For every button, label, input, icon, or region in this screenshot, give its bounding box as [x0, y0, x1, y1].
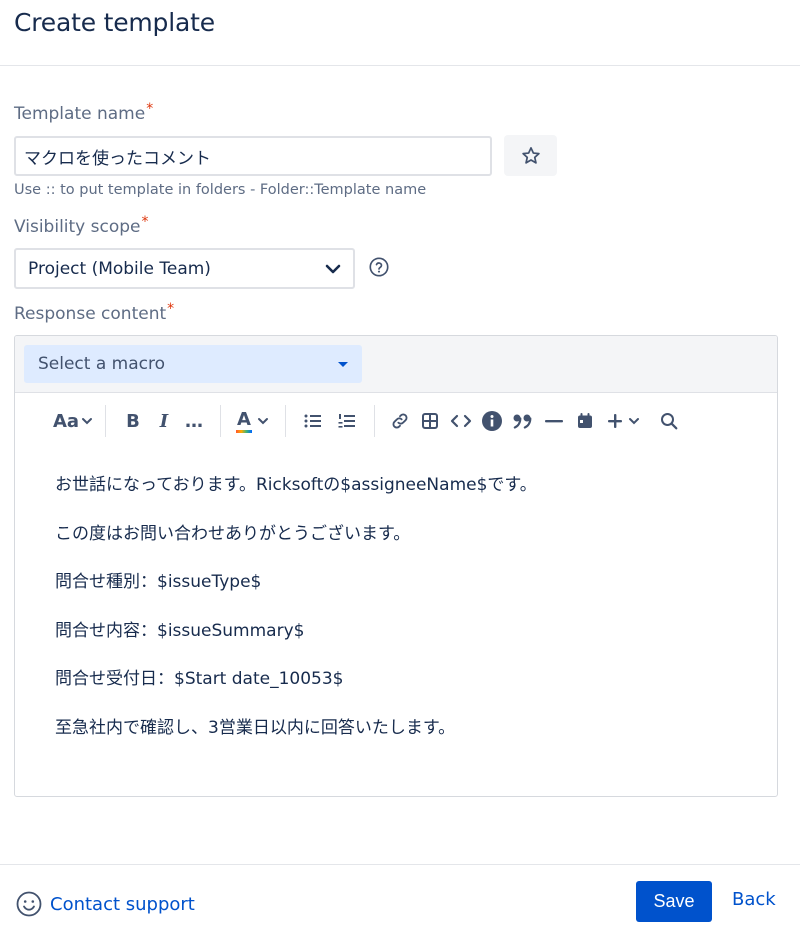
date-button[interactable]: [569, 405, 601, 437]
macro-placeholder: Select a macro: [38, 354, 166, 374]
numbered-list-icon: [338, 414, 355, 428]
page-title: Create template: [14, 8, 215, 37]
smiley-icon: [16, 891, 42, 917]
color-bar-icon: [236, 430, 252, 433]
star-icon: [521, 146, 540, 164]
italic-button[interactable]: I: [150, 405, 178, 437]
save-button[interactable]: Save: [636, 881, 712, 922]
more-label: …: [185, 410, 203, 432]
contact-support-link[interactable]: Contact support: [50, 894, 195, 915]
response-editor: Select a macro Aa B I … A お世話になっております。Ri…: [14, 335, 778, 797]
text-style-label: Aa: [52, 410, 80, 432]
chevron-down-icon: [257, 418, 268, 425]
bold-label: B: [126, 410, 140, 432]
toolbar-divider: [220, 405, 221, 437]
quote-icon: [513, 414, 532, 429]
template-name-helper: Use :: to put template in folders - Fold…: [14, 182, 427, 198]
editor-paragraph: 問合せ種別：$issueType$: [55, 572, 262, 592]
insert-icon: [608, 414, 622, 428]
contact-support[interactable]: Contact support: [16, 891, 195, 917]
visibility-label-text: Visibility scope: [14, 217, 141, 237]
template-name-label-text: Template name: [14, 104, 146, 124]
more-formatting-button[interactable]: …: [178, 405, 210, 437]
required-mark: *: [141, 214, 149, 230]
template-name-value: マクロを使ったコメント: [24, 148, 211, 169]
footer: Contact support Save Back: [0, 864, 800, 930]
required-mark: *: [146, 101, 154, 117]
caret-down-icon: [338, 361, 348, 367]
editor-paragraph: 問合せ内容：$issueSummary$: [55, 620, 305, 641]
code-icon: [450, 414, 472, 428]
editor-content[interactable]: お世話になっております。Ricksoftの$assigneeName$です。 こ…: [15, 449, 777, 740]
chevron-down-icon: [82, 418, 93, 425]
chevron-down-icon: [629, 418, 639, 425]
bullet-list-button[interactable]: [296, 405, 330, 437]
quote-button[interactable]: [507, 405, 539, 437]
response-content-label: Response content*: [14, 301, 175, 324]
visibility-select[interactable]: Project (Mobile Team): [14, 248, 355, 289]
editor-toolbar: Aa B I … A: [15, 393, 777, 449]
chevron-down-icon: [325, 264, 341, 273]
favorite-button[interactable]: [504, 135, 557, 176]
divider-icon: [545, 420, 563, 423]
response-content-label-text: Response content: [14, 304, 167, 324]
toolbar-divider: [285, 405, 286, 437]
visibility-label: Visibility scope*: [14, 214, 149, 237]
search-icon: [661, 413, 678, 430]
question-circle-icon[interactable]: [368, 256, 390, 278]
text-color-label: A: [237, 408, 251, 430]
numbered-list-button[interactable]: [330, 405, 364, 437]
editor-paragraph: 至急社内で確認し、3営業日以内に回答いたします。: [55, 717, 456, 738]
insert-menu-button[interactable]: [601, 405, 645, 437]
macro-bar: Select a macro: [15, 336, 777, 393]
template-name-label: Template name*: [14, 101, 154, 124]
bullet-list-icon: [304, 414, 321, 428]
date-icon: [578, 413, 592, 428]
toolbar-divider: [374, 405, 375, 437]
editor-paragraph: お世話になっております。Ricksoftの$assigneeName$です。: [55, 475, 537, 495]
text-style-button[interactable]: Aa: [51, 405, 95, 437]
visibility-selected: Project (Mobile Team): [28, 258, 211, 279]
editor-paragraph: この度はお問い合わせありがとうございます。: [55, 523, 411, 544]
template-name-input[interactable]: マクロを使ったコメント: [14, 136, 492, 176]
divider-button[interactable]: [539, 405, 569, 437]
table-button[interactable]: [415, 405, 445, 437]
info-icon: [482, 411, 502, 431]
back-button[interactable]: Back: [732, 889, 776, 910]
macro-select[interactable]: Select a macro: [24, 345, 362, 383]
page-header: Create template: [0, 0, 800, 66]
text-color-button[interactable]: A: [231, 405, 275, 437]
code-button[interactable]: [445, 405, 477, 437]
find-replace-button[interactable]: [645, 405, 693, 437]
italic-label: I: [159, 410, 169, 432]
info-panel-button[interactable]: [477, 405, 507, 437]
bold-button[interactable]: B: [116, 405, 150, 437]
table-icon: [422, 413, 438, 429]
editor-paragraph: 問合せ受付日：$Start date_10053$: [55, 669, 344, 689]
toolbar-divider: [105, 405, 106, 437]
link-button[interactable]: [385, 405, 415, 437]
link-icon: [392, 413, 408, 429]
required-mark: *: [167, 301, 175, 317]
